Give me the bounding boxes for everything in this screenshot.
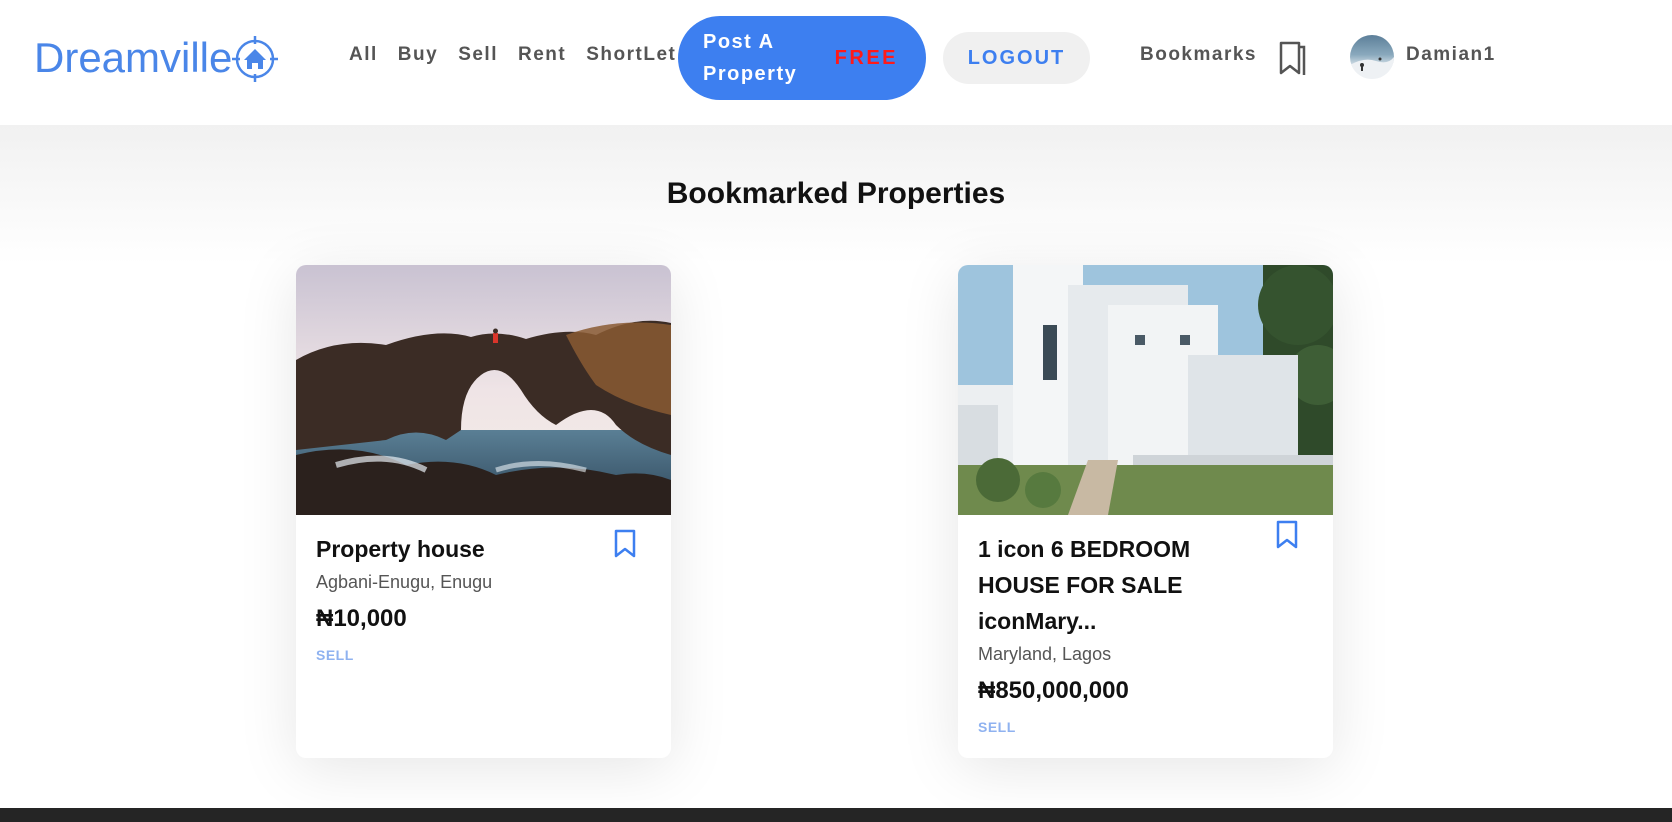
bookmark-toggle-icon[interactable]	[613, 529, 637, 559]
property-card[interactable]: 1 icon 6 BEDROOM HOUSE FOR SALE iconMary…	[958, 265, 1333, 758]
bookmark-icon[interactable]	[1277, 40, 1307, 76]
avatar[interactable]	[1350, 35, 1394, 79]
card-title[interactable]: 1 icon 6 BEDROOM HOUSE FOR SALE iconMary…	[978, 531, 1198, 639]
listing-type-badge: SELL	[316, 647, 354, 663]
card-location: Agbani-Enugu, Enugu	[316, 572, 493, 592]
house-target-icon	[232, 36, 279, 82]
bookmarks-page: Bookmarked Properties Property house Agb…	[0, 125, 1672, 808]
footer	[0, 808, 1672, 822]
listing-type-badge: SELL	[978, 719, 1016, 735]
nav-shortlet[interactable]: ShortLet	[586, 44, 676, 66]
nav-rent[interactable]: Rent	[518, 44, 566, 66]
nav-buy[interactable]: Buy	[398, 44, 438, 66]
bookmarks-link[interactable]: Bookmarks	[1140, 44, 1257, 66]
bookmark-toggle-icon[interactable]	[1275, 520, 1299, 550]
post-property-button[interactable]: Post A Property FREE	[678, 16, 926, 100]
card-location: Maryland, Lagos	[978, 644, 1112, 664]
card-body: Property house Agbani-Enugu, Enugu ₦10,0…	[316, 531, 616, 663]
logo-link[interactable]: Dreamville	[34, 30, 279, 86]
page-title: Bookmarked Properties	[666, 177, 1006, 210]
card-price: ₦850,000,000	[978, 677, 1129, 704]
post-free-label: FREE	[834, 46, 898, 69]
card-title[interactable]: Property house	[316, 531, 616, 567]
post-property-label: Post A Property	[703, 31, 798, 85]
card-body: 1 icon 6 BEDROOM HOUSE FOR SALE iconMary…	[978, 531, 1278, 735]
top-navbar: Dreamville All Buy Sell Rent ShortLet Po…	[0, 0, 1672, 125]
logout-button[interactable]: LOGOUT	[943, 32, 1090, 84]
nav-sell[interactable]: Sell	[458, 44, 498, 66]
nav-all[interactable]: All	[349, 44, 378, 66]
avatar-image	[1350, 57, 1394, 79]
username[interactable]: Damian1	[1406, 44, 1496, 66]
property-card[interactable]: Property house Agbani-Enugu, Enugu ₦10,0…	[296, 265, 671, 758]
property-image-white-house[interactable]	[958, 265, 1333, 515]
property-image-rock-arch[interactable]	[296, 265, 671, 515]
main-nav: All Buy Sell Rent ShortLet	[349, 44, 696, 66]
logo-text: Dreamville	[34, 34, 233, 81]
card-price: ₦10,000	[316, 605, 407, 632]
